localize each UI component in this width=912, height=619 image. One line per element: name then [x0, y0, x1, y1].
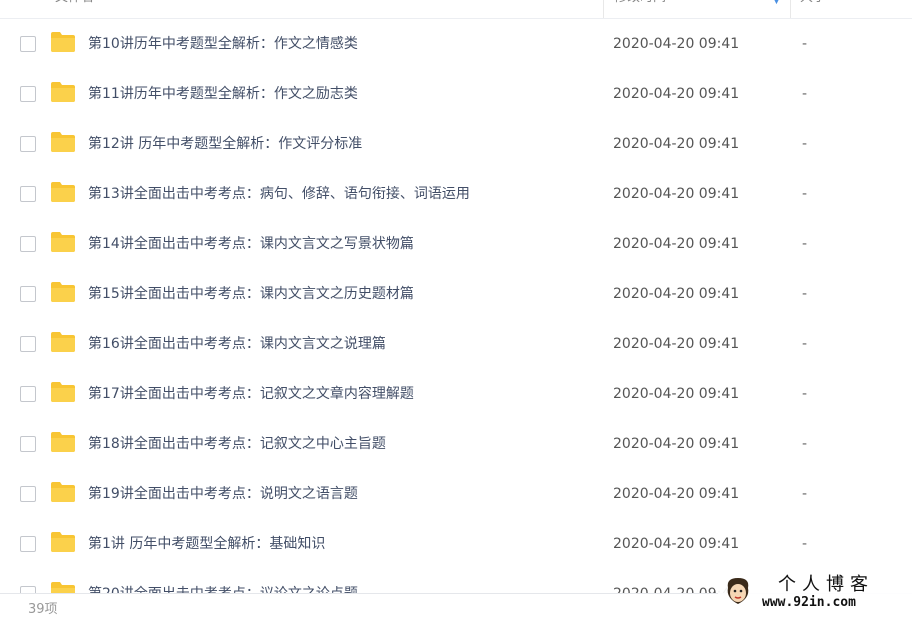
file-row[interactable]: 第14讲全面出击中考考点：课内文言文之写景状物篇 2020-04-20 09:4… — [0, 219, 912, 269]
row-checkbox[interactable] — [20, 586, 36, 593]
row-checkbox[interactable] — [20, 336, 36, 352]
file-row[interactable]: 第18讲全面出击中考考点：记叙文之中心主旨题 2020-04-20 09:41 … — [0, 419, 912, 469]
watermark: 个人博客 www.92in.com — [718, 572, 912, 617]
file-size: - — [802, 236, 808, 252]
file-modified: 2020-04-20 09:41 — [613, 236, 740, 252]
file-name[interactable]: 第14讲全面出击中考考点：课内文言文之写景状物篇 — [88, 234, 414, 254]
file-size: - — [802, 436, 808, 452]
file-name[interactable]: 第15讲全面出击中考考点：课内文言文之历史题材篇 — [88, 284, 414, 304]
watermark-title: 个人博客 — [778, 574, 874, 595]
table-header: 文件名 修改时间 ▼ 大小 — [0, 0, 912, 19]
folder-icon — [51, 382, 75, 402]
folder-icon — [51, 332, 75, 352]
folder-icon — [51, 482, 75, 502]
folder-icon — [51, 532, 75, 552]
file-name[interactable]: 第1讲 历年中考题型全解析：基础知识 — [88, 534, 325, 554]
folder-icon — [51, 132, 75, 152]
row-checkbox[interactable] — [20, 486, 36, 502]
file-size: - — [802, 136, 808, 152]
file-size: - — [802, 336, 808, 352]
file-list: 第10讲历年中考题型全解析：作文之情感类 2020-04-20 09:41 - … — [0, 19, 912, 593]
file-row[interactable]: 第16讲全面出击中考考点：课内文言文之说理篇 2020-04-20 09:41 … — [0, 319, 912, 369]
file-size: - — [802, 386, 808, 402]
column-divider — [790, 0, 791, 18]
watermark-url: www.92in.com — [762, 595, 856, 610]
row-checkbox[interactable] — [20, 136, 36, 152]
column-header-modified[interactable]: 修改时间 — [614, 0, 666, 18]
file-name[interactable]: 第19讲全面出击中考考点：说明文之语言题 — [88, 484, 358, 504]
file-row[interactable]: 第13讲全面出击中考考点：病句、修辞、语句衔接、词语运用 2020-04-20 … — [0, 169, 912, 219]
file-row[interactable]: 第15讲全面出击中考考点：课内文言文之历史题材篇 2020-04-20 09:4… — [0, 269, 912, 319]
file-name[interactable]: 第16讲全面出击中考考点：课内文言文之说理篇 — [88, 334, 386, 354]
row-checkbox[interactable] — [20, 436, 36, 452]
folder-icon — [51, 82, 75, 102]
row-checkbox[interactable] — [20, 236, 36, 252]
row-checkbox[interactable] — [20, 536, 36, 552]
file-name[interactable]: 第20讲全面出击中考考点：议论文之论点题 — [88, 584, 358, 593]
cartoon-face-icon — [727, 578, 749, 604]
file-modified: 2020-04-20 09:41 — [613, 286, 740, 302]
file-size: - — [802, 286, 808, 302]
file-modified: 2020-04-20 09:41 — [613, 136, 740, 152]
file-size: - — [802, 36, 808, 52]
file-modified: 2020-04-20 09:41 — [613, 386, 740, 402]
column-header-size[interactable]: 大小 — [800, 0, 826, 18]
column-divider — [603, 0, 604, 18]
folder-icon — [51, 32, 75, 52]
file-row[interactable]: 第12讲 历年中考题型全解析：作文评分标准 2020-04-20 09:41 - — [0, 119, 912, 169]
file-modified: 2020-04-20 09:41 — [613, 486, 740, 502]
file-modified: 2020-04-20 09:41 — [613, 336, 740, 352]
sort-desc-icon[interactable]: ▼ — [773, 0, 780, 6]
file-size: - — [802, 186, 808, 202]
row-checkbox[interactable] — [20, 386, 36, 402]
folder-icon — [51, 282, 75, 302]
file-modified: 2020-04-20 09:41 — [613, 536, 740, 552]
column-header-name[interactable]: 文件名 — [55, 0, 94, 18]
folder-icon — [51, 582, 75, 593]
row-checkbox[interactable] — [20, 36, 36, 52]
file-modified: 2020-04-20 09:41 — [613, 186, 740, 202]
file-modified: 2020-04-20 09:41 — [613, 86, 740, 102]
file-row[interactable]: 第17讲全面出击中考考点：记叙文之文章内容理解题 2020-04-20 09:4… — [0, 369, 912, 419]
file-modified: 2020-04-20 09:41 — [613, 36, 740, 52]
file-name[interactable]: 第12讲 历年中考题型全解析：作文评分标准 — [88, 134, 362, 154]
file-size: - — [802, 486, 808, 502]
file-size: - — [802, 536, 808, 552]
file-name[interactable]: 第17讲全面出击中考考点：记叙文之文章内容理解题 — [88, 384, 414, 404]
row-checkbox[interactable] — [20, 286, 36, 302]
folder-icon — [51, 432, 75, 452]
file-name[interactable]: 第18讲全面出击中考考点：记叙文之中心主旨题 — [88, 434, 386, 454]
file-size: - — [802, 86, 808, 102]
file-modified: 2020-04-20 09:41 — [613, 436, 740, 452]
folder-icon — [51, 182, 75, 202]
row-checkbox[interactable] — [20, 186, 36, 202]
file-row[interactable]: 第19讲全面出击中考考点：说明文之语言题 2020-04-20 09:41 - — [0, 469, 912, 519]
file-name[interactable]: 第11讲历年中考题型全解析：作文之励志类 — [88, 84, 358, 104]
file-name[interactable]: 第10讲历年中考题型全解析：作文之情感类 — [88, 34, 358, 54]
file-name[interactable]: 第13讲全面出击中考考点：病句、修辞、语句衔接、词语运用 — [88, 184, 470, 204]
file-row[interactable]: 第10讲历年中考题型全解析：作文之情感类 2020-04-20 09:41 - — [0, 19, 912, 69]
folder-icon — [51, 232, 75, 252]
item-count: 39项 — [28, 602, 58, 617]
file-row[interactable]: 第11讲历年中考题型全解析：作文之励志类 2020-04-20 09:41 - — [0, 69, 912, 119]
file-row[interactable]: 第1讲 历年中考题型全解析：基础知识 2020-04-20 09:41 - — [0, 519, 912, 569]
row-checkbox[interactable] — [20, 86, 36, 102]
